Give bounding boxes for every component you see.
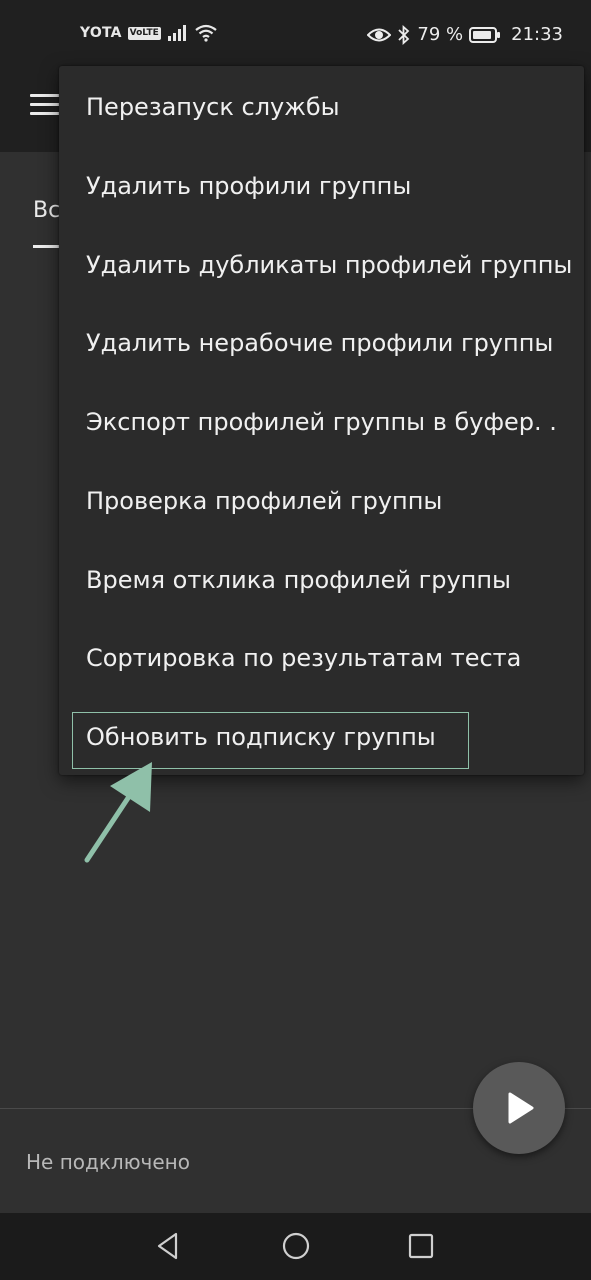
carrier-label: YOTA [80, 25, 122, 41]
tab-all[interactable]: Вс [33, 198, 60, 223]
status-right: 79 % 21:33 [367, 24, 563, 45]
wifi-icon [195, 24, 217, 42]
menu-item-response-time[interactable]: Время отклика профилей группы [86, 565, 511, 595]
battery-icon [469, 26, 501, 43]
hamburger-icon[interactable] [30, 94, 60, 116]
overflow-menu: Перезапуск службы Удалить профили группы… [59, 66, 584, 775]
menu-item-delete-duplicate-profiles[interactable]: Удалить дубликаты профилей группы [86, 250, 572, 280]
annotation-arrow-icon [84, 762, 152, 863]
menu-item-sort-by-test[interactable]: Сортировка по результатам теста [86, 643, 521, 673]
battery-percent: 79 % [417, 24, 464, 45]
status-bar: YOTA VoLTE 79 % 21:33 [0, 0, 591, 74]
menu-item-restart-service[interactable]: Перезапуск службы [86, 92, 340, 122]
menu-item-delete-group-profiles[interactable]: Удалить профили группы [86, 171, 411, 201]
status-left: YOTA VoLTE [80, 24, 217, 42]
menu-item-delete-broken-profiles[interactable]: Удалить нерабочие профили группы [86, 328, 553, 358]
clock: 21:33 [511, 24, 563, 45]
screen: YOTA VoLTE 79 % 21:33 Вс Перезапуск служ… [0, 0, 591, 1280]
tab-indicator [33, 245, 59, 248]
volte-badge: VoLTE [127, 26, 161, 40]
home-icon[interactable] [281, 1231, 311, 1261]
eye-icon [367, 28, 392, 41]
connection-status: Не подключено [26, 1150, 190, 1174]
back-icon[interactable] [154, 1231, 184, 1261]
bluetooth-icon [398, 24, 410, 45]
signal-icon [167, 25, 186, 41]
menu-item-update-subscription[interactable]: Обновить подписку группы [86, 722, 436, 752]
menu-item-export-profiles-clipboard[interactable]: Экспорт профилей группы в буфер. . [86, 407, 557, 437]
recents-icon[interactable] [406, 1231, 436, 1261]
menu-item-check-profiles[interactable]: Проверка профилей группы [86, 486, 442, 516]
connect-fab-button[interactable] [473, 1062, 565, 1154]
system-nav-bar [0, 1213, 591, 1280]
play-icon [508, 1092, 534, 1124]
